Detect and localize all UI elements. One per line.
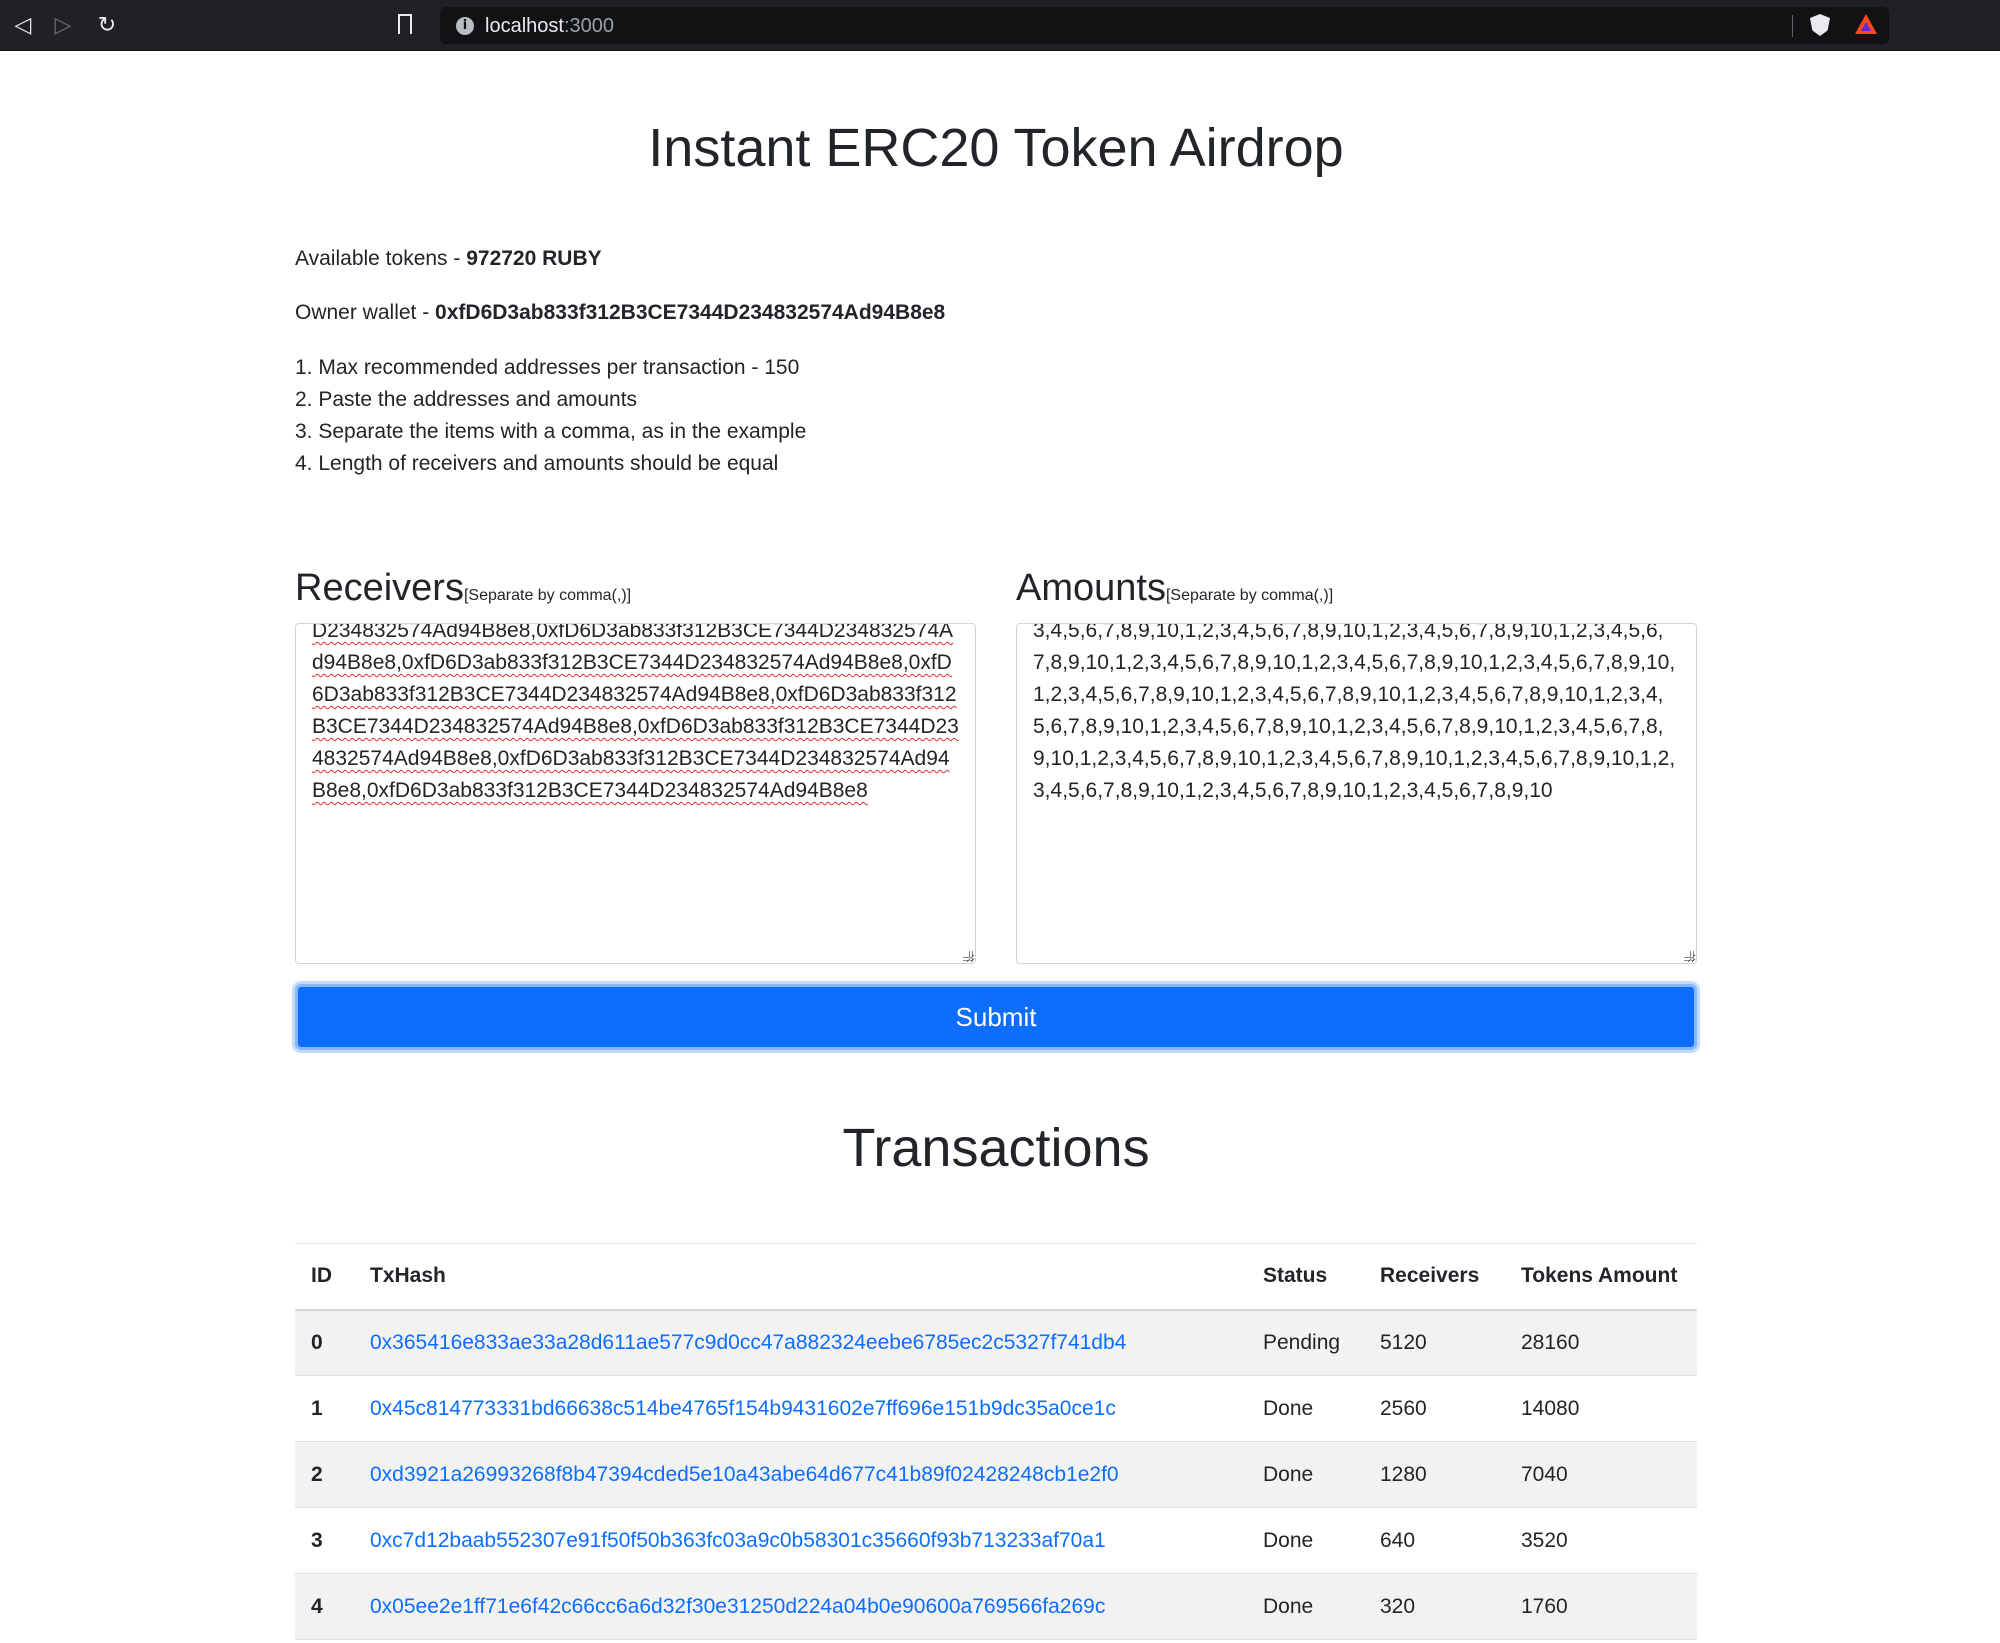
tx-hash-link[interactable]: 0x05ee2e1ff71e6f42c66cc6a6d32f30e31250d2…	[370, 1595, 1105, 1618]
submit-button[interactable]: Submit	[295, 984, 1697, 1050]
tx-receivers: 5120	[1364, 1309, 1505, 1376]
tx-hash-cell: 0x05ee2e1ff71e6f42c66cc6a6d32f30e31250d2…	[354, 1573, 1247, 1640]
available-tokens-label: Available tokens -	[295, 247, 467, 270]
forward-arrow-icon[interactable]: ▷	[48, 10, 78, 40]
transactions-title: Transactions	[842, 1118, 1150, 1178]
tx-receivers: 320	[1364, 1573, 1505, 1640]
tx-status: Done	[1247, 1573, 1364, 1640]
tx-hash-link[interactable]: 0x45c814773331bd66638c514be4765f154b9431…	[370, 1397, 1116, 1420]
table-row: 4 0x05ee2e1ff71e6f42c66cc6a6d32f30e31250…	[295, 1573, 1697, 1640]
tx-receivers: 640	[1364, 1507, 1505, 1574]
owner-wallet-label: Owner wallet -	[295, 301, 436, 324]
tx-hash-cell: 0x365416e833ae33a28d611ae577c9d0cc47a882…	[354, 1309, 1247, 1376]
tx-tokens-amount: 28160	[1505, 1309, 1697, 1376]
column-header-status: Status	[1247, 1243, 1364, 1311]
tx-tokens-amount: 1760	[1505, 1573, 1697, 1640]
tx-hash-link[interactable]: 0x365416e833ae33a28d611ae577c9d0cc47a882…	[370, 1331, 1126, 1354]
amounts-hint: [Separate by comma(,)]	[1165, 587, 1334, 604]
bookmark-icon[interactable]	[398, 14, 412, 36]
receivers-label: Receivers	[295, 567, 464, 609]
table-row: 1 0x45c814773331bd66638c514be4765f154b94…	[295, 1375, 1697, 1442]
back-arrow-icon[interactable]: ◁	[8, 10, 38, 40]
table-row: 2 0xd3921a26993268f8b47394cded5e10a43abe…	[295, 1441, 1697, 1508]
receivers-textarea[interactable]: D234832574Ad94B8e8,0xfD6D3ab833f312B3CE7…	[295, 623, 976, 964]
available-tokens-value: 972720 RUBY	[466, 247, 602, 270]
available-tokens: Available tokens - 972720 RUBY	[295, 247, 602, 271]
rewards-triangle-icon[interactable]	[1855, 14, 1877, 34]
owner-wallet: Owner wallet - 0xfD6D3ab833f312B3CE7344D…	[295, 301, 945, 325]
tx-tokens-amount: 14080	[1505, 1375, 1697, 1442]
receivers-value: D234832574Ad94B8e8,0xfD6D3ab833f312B3CE7…	[312, 623, 959, 802]
transactions-table: ID TxHash Status Receivers Tokens Amount…	[295, 1243, 1697, 1640]
tx-receivers: 1280	[1364, 1441, 1505, 1508]
tx-status: Pending	[1247, 1309, 1364, 1376]
tx-status: Done	[1247, 1441, 1364, 1508]
amounts-heading: Amounts[Separate by comma(,)]	[1016, 567, 1333, 610]
resize-handle-icon[interactable]	[963, 951, 973, 961]
tx-hash-link[interactable]: 0xc7d12baab552307e91f50f50b363fc03a9c0b5…	[370, 1529, 1106, 1552]
column-header-txhash: TxHash	[354, 1243, 1247, 1311]
column-header-receivers: Receivers	[1364, 1243, 1505, 1311]
tx-id: 2	[295, 1441, 354, 1508]
tx-id: 3	[295, 1507, 354, 1574]
browser-toolbar: ◁ ▷ ↻ i localhost:3000	[0, 0, 2000, 51]
tx-tokens-amount: 7040	[1505, 1441, 1697, 1508]
table-row: 0 0x365416e833ae33a28d611ae577c9d0cc47a8…	[295, 1309, 1697, 1376]
tx-hash-cell: 0xd3921a26993268f8b47394cded5e10a43abe64…	[354, 1441, 1247, 1508]
instructions-list: 1. Max recommended addresses per transac…	[295, 352, 806, 480]
info-icon[interactable]: i	[456, 17, 474, 35]
instruction-item: 2. Paste the addresses and amounts	[295, 388, 638, 411]
urlbar-divider	[1792, 15, 1793, 37]
table-row: 3 0xc7d12baab552307e91f50f50b363fc03a9c0…	[295, 1507, 1697, 1574]
url-port: :3000	[563, 15, 614, 37]
receivers-hint: [Separate by comma(,)]	[463, 587, 632, 604]
receivers-heading: Receivers[Separate by comma(,)]	[295, 567, 631, 610]
tx-id: 4	[295, 1573, 354, 1640]
reload-icon[interactable]: ↻	[92, 10, 122, 40]
amounts-textarea[interactable]: 3,4,5,6,7,8,9,10,1,2,3,4,5,6,7,8,9,10,1,…	[1016, 623, 1697, 964]
instruction-item: 4. Length of receivers and amounts shoul…	[295, 452, 779, 475]
address-bar[interactable]: i localhost:3000	[440, 7, 1889, 44]
page-title: Instant ERC20 Token Airdrop	[648, 118, 1344, 178]
tx-tokens-amount: 3520	[1505, 1507, 1697, 1574]
amounts-label: Amounts	[1016, 567, 1166, 609]
instruction-item: 1. Max recommended addresses per transac…	[295, 356, 800, 379]
column-header-id: ID	[295, 1243, 354, 1311]
tx-hash-cell: 0x45c814773331bd66638c514be4765f154b9431…	[354, 1375, 1247, 1442]
tx-status: Done	[1247, 1507, 1364, 1574]
amounts-value: 3,4,5,6,7,8,9,10,1,2,3,4,5,6,7,8,9,10,1,…	[1033, 623, 1676, 802]
instruction-item: 3. Separate the items with a comma, as i…	[295, 420, 807, 443]
tx-id: 1	[295, 1375, 354, 1442]
tx-status: Done	[1247, 1375, 1364, 1442]
url-host: localhost	[485, 15, 564, 37]
tx-id: 0	[295, 1309, 354, 1376]
url-text[interactable]: localhost:3000	[485, 15, 614, 38]
owner-wallet-value: 0xfD6D3ab833f312B3CE7344D234832574Ad94B8…	[435, 301, 946, 324]
tx-hash-link[interactable]: 0xd3921a26993268f8b47394cded5e10a43abe64…	[370, 1463, 1119, 1486]
tx-hash-cell: 0xc7d12baab552307e91f50f50b363fc03a9c0b5…	[354, 1507, 1247, 1574]
column-header-tokens-amount: Tokens Amount	[1505, 1243, 1697, 1311]
table-header-row: ID TxHash Status Receivers Tokens Amount	[295, 1243, 1697, 1311]
resize-handle-icon[interactable]	[1684, 951, 1694, 961]
tx-receivers: 2560	[1364, 1375, 1505, 1442]
